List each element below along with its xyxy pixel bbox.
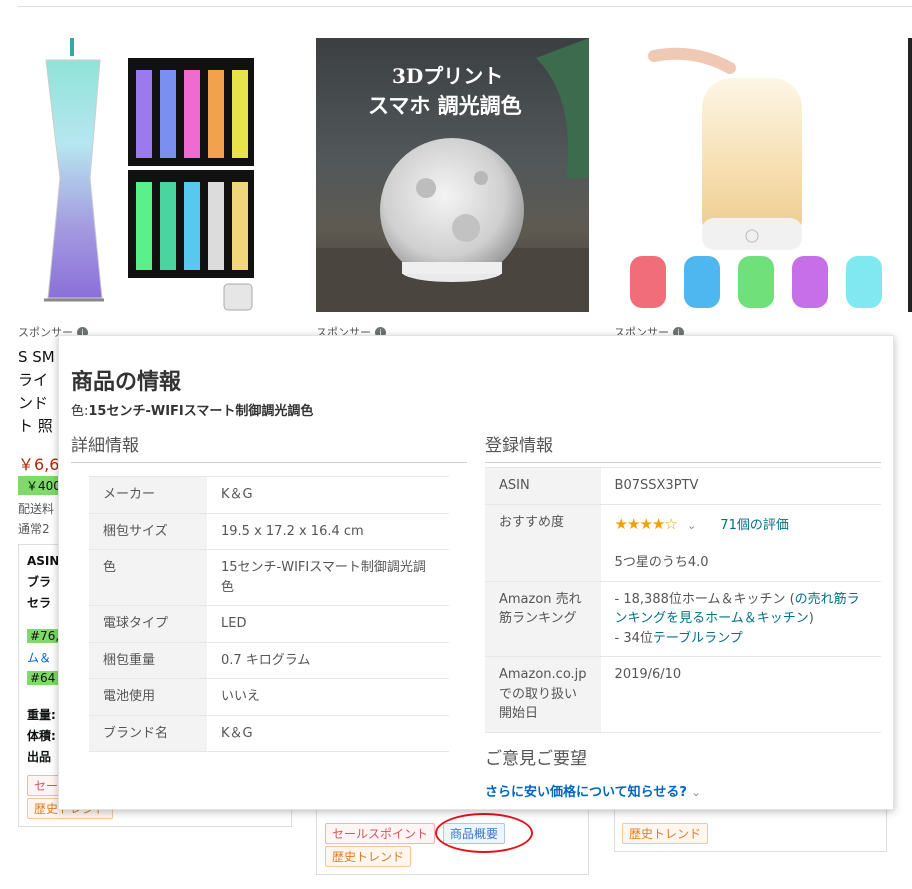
rank-badge: #76, [27, 629, 63, 643]
reg-value: B07SSX3PTV [600, 467, 881, 505]
ranking-cell: - 18,388位ホーム＆キッチン (の売れ筋ランキングを見るホーム＆キッチン)… [600, 581, 881, 657]
table-row: Amazon.co.jp での取り扱い開始日 2019/6/10 [485, 656, 881, 733]
floor-lamp-illustration [44, 38, 254, 311]
info-row: セラ [27, 596, 52, 610]
spec-key: ブランド名 [89, 715, 207, 752]
spec-value: LED [207, 605, 449, 643]
chevron-down-icon[interactable]: ⌄ [687, 519, 696, 532]
table-row: 梱包重量 0.7 キログラム [89, 642, 449, 679]
spec-key: メーカー [89, 476, 207, 514]
table-row: Amazon 売れ筋ランキング - 18,388位ホーム＆キッチン (の売れ筋ラ… [485, 581, 881, 657]
color-value: 15センチ-WIFIスマート制御調光調色 [88, 404, 314, 419]
details-divider [71, 462, 467, 463]
chevron-down-icon: ⌄ [691, 786, 701, 799]
star-rating-icon[interactable]: ★★★★☆ [615, 515, 678, 533]
rank-badge: #64 [27, 671, 59, 685]
color-row: 色:15センチ-WIFIスマート制御調光調色 [71, 400, 313, 419]
table-row: 梱包サイズ 19.5 x 17.2 x 16.4 cm [89, 513, 449, 550]
info-row: ブラ [27, 575, 52, 589]
spec-value: 19.5 x 17.2 x 16.4 cm [207, 513, 449, 550]
product-title-partial[interactable]: S SM ライ ンド ト 照 [18, 346, 55, 438]
table-row: 電球タイプ LED [89, 605, 449, 643]
table-lamp-link[interactable]: テーブルランプ [653, 631, 743, 646]
spec-key: 電球タイプ [89, 605, 207, 643]
ranking-suffix: ) [808, 611, 814, 626]
registration-divider [485, 462, 881, 463]
product-image-touch-lamp[interactable] [614, 38, 887, 312]
registration-title: 登録情報 [485, 436, 553, 456]
weight-row: 重量: [27, 708, 56, 722]
rank-category-link[interactable]: ム＆ [27, 649, 51, 666]
tag-history-trend[interactable]: 歴史トレンド [325, 846, 412, 867]
cheaper-price-text: さらに安い価格について知らせる? [485, 785, 687, 800]
moon-caption-line1: 3Dプリント [392, 64, 504, 88]
weight-row: 出品 [27, 750, 52, 764]
spec-value: 15センチ-WIFIスマート制御調光調色 [207, 549, 449, 606]
shipping-text: 配送料 [18, 502, 55, 516]
title-line: ト 照 [18, 417, 53, 435]
table-row: 色 15センチ-WIFIスマート制御調光調色 [89, 549, 449, 606]
table-row: メーカー K＆G [89, 476, 449, 514]
cheaper-price-link[interactable]: さらに安い価格について知らせる? ⌄ [485, 781, 701, 800]
popover-title: 商品の情報 [71, 370, 182, 395]
touch-lamp-illustration [630, 47, 882, 308]
reg-key: おすすめ度 [485, 504, 601, 582]
reg-key: Amazon 売れ筋ランキング [485, 581, 601, 657]
tag-sale-point[interactable]: セールスポイント [325, 823, 436, 844]
ranking-prefix: - 18,388位ホーム＆キッチン ( [614, 591, 795, 607]
table-row: ブランド名 K＆G [89, 715, 449, 752]
delivery-text: 通常2 [18, 522, 50, 536]
spec-value: いいえ [207, 678, 449, 716]
spec-key: 色 [89, 549, 207, 606]
rating-cell: ★★★★☆ ⌄ 71個の評価 5つ星のうち4.0 [600, 504, 881, 582]
highlight-circle [435, 813, 533, 853]
details-title: 詳細情報 [71, 436, 139, 456]
moon-caption-line2: スマホ 調光調色 [368, 93, 522, 118]
color-label: 色: [71, 404, 89, 419]
registration-table: ASIN B07SSX3PTV おすすめ度 ★★★★☆ ⌄ 71個の評価 5つ星… [485, 467, 881, 733]
title-line: S SM [18, 348, 55, 366]
table-row: ASIN B07SSX3PTV [485, 467, 881, 505]
ratings-count-link[interactable]: 71個の評価 [720, 518, 789, 533]
spec-value: K＆G [207, 476, 449, 514]
details-table: メーカー K＆G 梱包サイズ 19.5 x 17.2 x 16.4 cm 色 15セン… [89, 476, 449, 752]
reg-key: ASIN [485, 467, 601, 505]
price: ￥6,6 [18, 455, 60, 474]
feedback-title: ご意見ご要望 [485, 749, 587, 769]
rating-text: 5つ星のうち4.0 [614, 555, 709, 570]
spec-value: K＆G [207, 715, 449, 752]
product-image-floor-lamp[interactable] [18, 38, 258, 312]
reg-value: 2019/6/10 [600, 656, 881, 733]
weight-row: 体積: [27, 729, 56, 743]
title-line: ンド [18, 394, 49, 412]
title-line: ライ [18, 371, 49, 389]
table-row: 電池使用 いいえ [89, 678, 449, 716]
product-info-popover: 商品の情報 色:15センチ-WIFIスマート制御調光調色 詳細情報 メーカー K＆… [58, 335, 894, 810]
spec-key: 電池使用 [89, 678, 207, 716]
product-image-partial[interactable] [908, 38, 912, 312]
info-row: ASIN [27, 554, 60, 568]
spec-key: 梱包重量 [89, 642, 207, 679]
spec-key: 梱包サイズ [89, 513, 207, 550]
spec-value: 0.7 キログラム [207, 642, 449, 679]
product-image-moon-lamp[interactable]: 3Dプリント スマホ 調光調色 [316, 38, 589, 312]
top-divider [18, 6, 912, 7]
reg-key: Amazon.co.jp での取り扱い開始日 [485, 656, 601, 733]
tag-history-trend[interactable]: 歴史トレンド [622, 823, 709, 844]
ranking-prefix: - 34位 [614, 630, 653, 646]
table-row: おすすめ度 ★★★★☆ ⌄ 71個の評価 5つ星のうち4.0 [485, 504, 881, 582]
